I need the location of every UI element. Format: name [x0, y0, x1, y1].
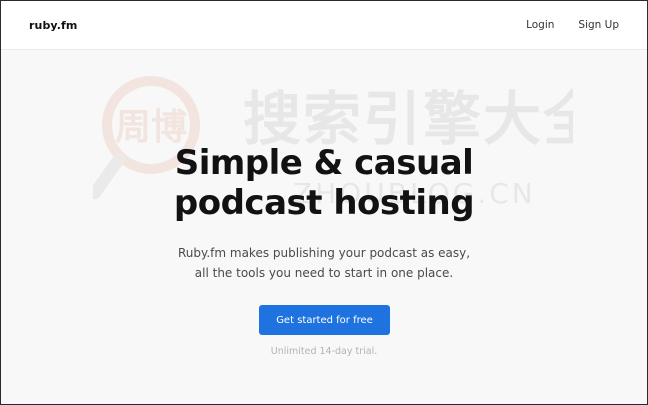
hero-subtitle: Ruby.fm makes publishing your podcast as…	[1, 243, 647, 283]
hero-subtitle-line-2: all the tools you need to start in one p…	[194, 266, 454, 280]
hero-section: Simple & casual podcast hosting Ruby.fm …	[1, 143, 647, 283]
login-link[interactable]: Login	[526, 19, 554, 31]
hero-title-line-1: Simple & casual	[174, 143, 474, 183]
top-navbar: ruby.fm Login Sign Up	[1, 1, 647, 50]
hero-title: Simple & casual podcast hosting	[1, 143, 647, 223]
trial-note: Unlimited 14-day trial.	[270, 346, 378, 357]
nav-links: Login Sign Up	[526, 19, 619, 31]
hero-title-line-2: podcast hosting	[173, 183, 475, 223]
hero-subtitle-line-1: Ruby.fm makes publishing your podcast as…	[177, 246, 471, 260]
brand-logo[interactable]: ruby.fm	[29, 19, 77, 32]
app-window: ruby.fm Login Sign Up 周博 搜索引擎大全 ZHOUBLOG…	[0, 0, 648, 405]
get-started-button[interactable]: Get started for free	[259, 305, 390, 335]
signup-link[interactable]: Sign Up	[578, 19, 619, 31]
svg-text:周博: 周博	[115, 107, 187, 148]
